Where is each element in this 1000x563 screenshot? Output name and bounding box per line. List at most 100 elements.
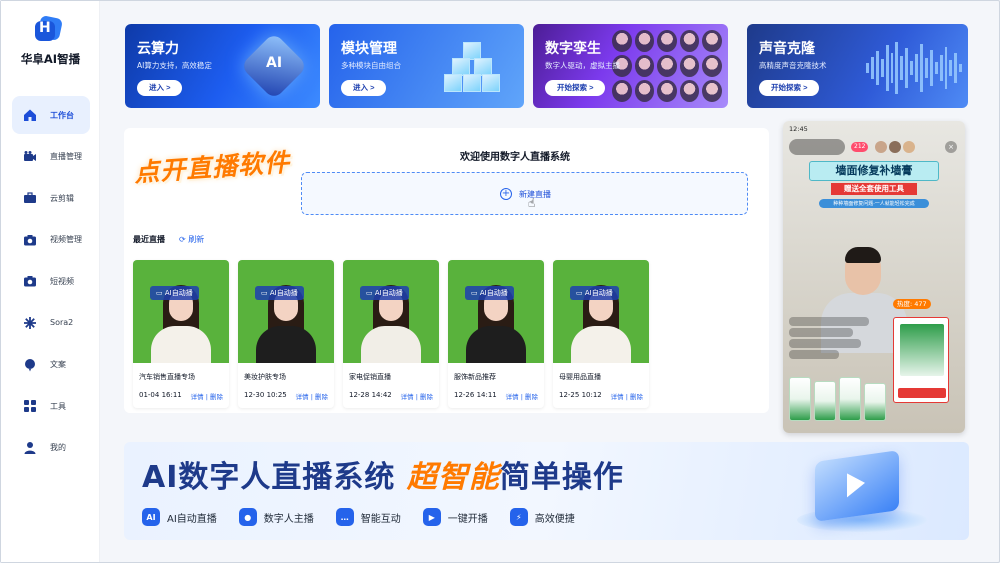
host-hair xyxy=(845,247,881,263)
live-thumbnail: ▭ AI自动播 xyxy=(133,260,229,363)
sidebar-item-tools[interactable]: 工具 xyxy=(12,387,90,425)
live-date: 12-25 10:12 xyxy=(559,391,602,399)
video-icon: ▭ xyxy=(366,289,375,297)
live-thumbnail: ▭ AI自动播 xyxy=(238,260,334,363)
sidebar-item-workbench[interactable]: 工作台 xyxy=(12,96,90,134)
feature-item: … 智能互动 xyxy=(335,508,401,526)
live-card[interactable]: ▭ AI自动播 家电促销直播 12-28 14:42 详情 | 删除 xyxy=(343,260,439,408)
avatar-faces-image xyxy=(612,30,722,102)
camera-icon xyxy=(22,273,38,289)
explore-button[interactable]: 开始探索 > xyxy=(545,80,606,96)
home-icon xyxy=(22,107,38,123)
delete-link[interactable]: 删除 xyxy=(525,393,538,401)
live-title: 美妆护肤专场 xyxy=(244,373,286,381)
delete-link[interactable]: 删除 xyxy=(420,393,433,401)
plus-circle-icon: + xyxy=(500,188,512,200)
video-icon: ▭ xyxy=(156,289,165,297)
card-module-management[interactable]: 模块管理 多种模块自由组合 进入 > xyxy=(329,24,524,108)
feature-item: AI AI自动直播 xyxy=(142,508,217,526)
detail-link[interactable]: 详情 xyxy=(191,393,204,401)
main-panel: 点开直播软件 欢迎使用数字人直播系统 + 新建直播 ☝ 最近直播 ⟳ 刷新 ▭ … xyxy=(124,128,769,413)
phone-time: 12:45 xyxy=(789,125,808,133)
ai-auto-tag: ▭ AI自动播 xyxy=(255,286,304,300)
banner-title: AI数字人直播系统 超智能简单操作 xyxy=(142,460,624,495)
grid-icon xyxy=(22,398,38,414)
sidebar-item-sora2[interactable]: Sora2 xyxy=(12,304,90,342)
live-title: 家电促销直播 xyxy=(349,373,391,381)
hand-cursor-icon: ☝ xyxy=(528,196,536,210)
product-subheadline: 赠送全套使用工具 xyxy=(831,183,917,195)
ai-auto-tag: ▭ AI自动播 xyxy=(360,286,409,300)
feature-item: ▶ 一键开播 xyxy=(422,508,488,526)
cubes-icon xyxy=(444,42,500,94)
ai-chip-icon: AI xyxy=(240,32,308,100)
live-card[interactable]: ▭ AI自动播 服饰新品推荐 12-26 14:11 详情 | 删除 xyxy=(448,260,544,408)
live-thumbnail: ▭ AI自动播 xyxy=(553,260,649,363)
card-subtitle: 高精度声音克隆技术 xyxy=(759,61,827,70)
live-card[interactable]: ▭ AI自动播 美妆护肤专场 12-30 10:25 详情 | 删除 xyxy=(238,260,334,408)
live-date: 12-28 14:42 xyxy=(349,391,392,399)
detail-link[interactable]: 详情 xyxy=(401,393,414,401)
sidebar-item-cloud-edit[interactable]: 云剪辑 xyxy=(12,179,90,217)
refresh-button[interactable]: ⟳ 刷新 xyxy=(179,234,204,245)
explore-button[interactable]: 开始探索 > xyxy=(759,80,820,96)
detail-link[interactable]: 详情 xyxy=(611,393,624,401)
brand-name: 华阜AI智播 xyxy=(20,52,81,66)
refresh-icon: ⟳ xyxy=(179,235,189,244)
welcome-title: 欢迎使用数字人直播系统 xyxy=(460,152,570,163)
app-logo-icon: H xyxy=(35,14,64,43)
video-icon: ▭ xyxy=(471,289,480,297)
balloon-icon xyxy=(22,357,38,373)
bolt-icon: ⚡ xyxy=(509,508,528,526)
delete-link[interactable]: 删除 xyxy=(315,393,328,401)
product-tagline: 种种墙面修复问题·一人就能轻松完成 xyxy=(819,199,929,208)
chat-stream xyxy=(789,317,885,361)
close-icon: × xyxy=(945,141,957,153)
promo-text: 点开直播软件 xyxy=(133,147,291,188)
live-title: 汽车销售直播专场 xyxy=(139,373,195,381)
ai-auto-tag: ▭ AI自动播 xyxy=(570,286,619,300)
feature-item: ● 数字人主播 xyxy=(238,508,314,526)
enter-button[interactable]: 进入 > xyxy=(341,80,387,96)
live-date: 01-04 16:11 xyxy=(139,391,182,399)
sidebar-item-video-management[interactable]: 视频管理 xyxy=(12,221,90,259)
live-card[interactable]: ▭ AI自动播 汽车销售直播专场 01-04 16:11 详情 | 删除 xyxy=(133,260,229,408)
video-icon: ▭ xyxy=(576,289,585,297)
user-icon: ● xyxy=(238,508,257,526)
card-title: 云算力 xyxy=(137,41,179,57)
product-card xyxy=(893,317,949,403)
detail-link[interactable]: 详情 xyxy=(506,393,519,401)
sparkle-icon xyxy=(22,315,38,331)
detail-link[interactable]: 详情 xyxy=(296,393,309,401)
new-live-button[interactable]: + 新建直播 ☝ xyxy=(301,172,748,215)
feature-banner: AI数字人直播系统 超智能简单操作 AI AI自动直播 ● 数字人主播 … 智能… xyxy=(124,442,969,540)
product-headline: 墙面修复补墙膏 xyxy=(809,161,939,181)
sidebar-nav: 工作台 直播管理 云剪辑 视频管理 短视频 Sora2 文案 工具 我的 xyxy=(12,96,90,470)
live-card[interactable]: ▭ AI自动播 母婴用品直播 12-25 10:12 详情 | 删除 xyxy=(553,260,649,408)
card-voice-clone[interactable]: 声音克隆 高精度声音克隆技术 开始探索 > xyxy=(747,24,968,108)
camera-icon xyxy=(22,232,38,248)
delete-link[interactable]: 删除 xyxy=(210,393,223,401)
live-title: 母婴用品直播 xyxy=(559,373,601,381)
video-camera-icon xyxy=(22,149,38,165)
card-cloud-compute[interactable]: AI 云算力 AI算力支持，高效稳定 进入 > xyxy=(125,24,320,108)
sidebar-item-short-video[interactable]: 短视频 xyxy=(12,262,90,300)
card-subtitle: 多种模块自由组合 xyxy=(341,61,401,70)
card-title: 数字孪生 xyxy=(545,41,601,57)
sidebar-item-copywriting[interactable]: 文案 xyxy=(12,346,90,384)
user-icon xyxy=(22,440,38,456)
card-digital-twin[interactable]: 数字孪生 数字人驱动，虚拟主播 开始探索 > xyxy=(533,24,728,108)
enter-button[interactable]: 进入 > xyxy=(137,80,183,96)
feature-list: AI AI自动直播 ● 数字人主播 … 智能互动 ▶ 一键开播 ⚡ 高效便捷 xyxy=(142,508,597,526)
delete-link[interactable]: 删除 xyxy=(630,393,643,401)
card-title: 声音克隆 xyxy=(759,41,815,57)
viewer-count-badge: 212 xyxy=(851,142,869,152)
briefcase-icon xyxy=(22,190,38,206)
heat-badge: 热度: 477 xyxy=(893,299,931,309)
live-date: 12-30 10:25 xyxy=(244,391,287,399)
product-buckets-image xyxy=(789,361,889,421)
sidebar-item-mine[interactable]: 我的 xyxy=(12,429,90,467)
ai-icon: AI xyxy=(142,508,160,526)
sidebar-item-live-management[interactable]: 直播管理 xyxy=(12,138,90,176)
recent-live-heading: 最近直播 xyxy=(133,235,165,244)
